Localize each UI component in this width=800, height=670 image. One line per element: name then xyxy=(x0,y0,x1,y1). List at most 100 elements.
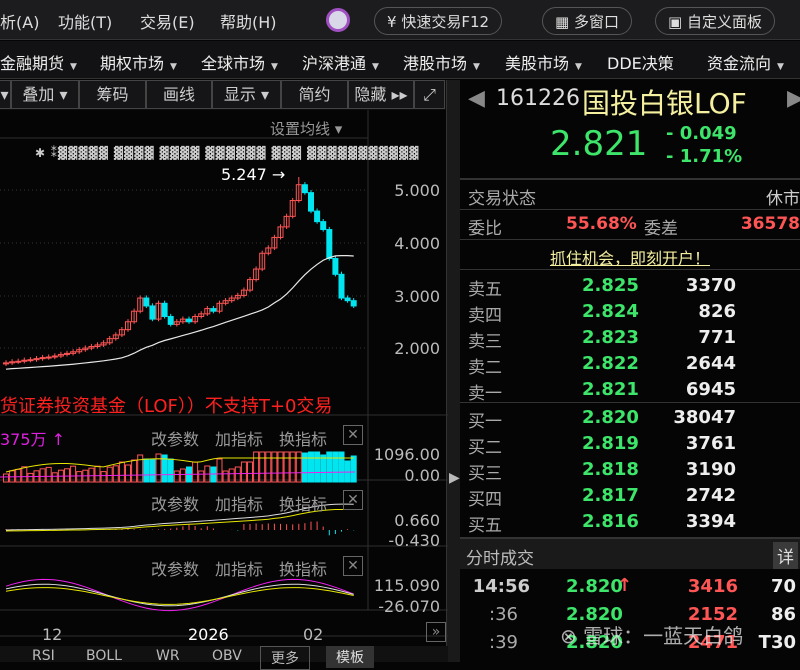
level-price: 2.819 xyxy=(582,433,639,454)
toolbar-dropdown[interactable]: ▾ xyxy=(0,80,11,109)
chips-button[interactable]: 筹码 xyxy=(79,80,146,109)
quick-trade-button[interactable]: ¥ 快速交易F12 xyxy=(374,7,503,35)
close-icon[interactable]: ✕ xyxy=(343,490,363,510)
ask-level[interactable]: 卖二 2.822 2644 xyxy=(460,351,800,378)
open-account-link[interactable]: 抓住机会，即刻开户！ xyxy=(550,245,710,269)
edit-params-button[interactable]: 改参数 xyxy=(151,491,199,515)
x-tick: 12 xyxy=(42,625,63,644)
edit-params-button[interactable]: 改参数 xyxy=(151,426,199,450)
volume-bar xyxy=(301,452,308,483)
volume-bar xyxy=(240,461,247,483)
add-indicator-button[interactable]: 加指标 xyxy=(215,426,263,450)
display-button[interactable]: 显示 ▾ xyxy=(212,80,281,109)
switch-indicator-button[interactable]: 换指标 xyxy=(279,556,327,580)
volume-bar xyxy=(131,459,138,483)
custom-panel-button[interactable]: ▣ 自定义面板 xyxy=(655,7,775,35)
menu-function[interactable]: 功能(T) xyxy=(58,9,112,33)
level-label: 卖四 xyxy=(468,306,502,326)
menu-help[interactable]: 帮助(H) xyxy=(220,9,277,33)
close-icon[interactable]: ✕ xyxy=(343,425,363,445)
tick-volume: 3416 xyxy=(687,576,738,597)
candle xyxy=(350,300,357,307)
volume-bar xyxy=(265,451,272,483)
candle xyxy=(210,308,217,312)
pane-splitter[interactable]: ▶ xyxy=(446,80,460,662)
menu-analysis[interactable]: 析(A) xyxy=(0,9,39,33)
candle xyxy=(308,192,314,212)
level-volume: 2644 xyxy=(685,353,736,374)
volume-bar xyxy=(344,460,351,483)
prev-stock-icon[interactable]: ◀ xyxy=(468,86,485,111)
ask-level[interactable]: 卖一 2.821 6945 xyxy=(460,377,800,404)
cci-ma2 xyxy=(5,587,354,605)
multi-window-button[interactable]: ▦ 多窗口 xyxy=(542,7,632,35)
t0-notice: 货证券投资基金（LOF））不支持T+0交易 xyxy=(0,396,333,417)
ask-level[interactable]: 卖四 2.824 826 xyxy=(460,299,800,326)
edit-params-button[interactable]: 改参数 xyxy=(151,556,199,580)
level-volume: 2742 xyxy=(685,485,736,506)
trading-status-row: 交易状态 休市 xyxy=(460,180,800,210)
add-indicator-button[interactable]: 加指标 xyxy=(215,491,263,515)
last-price: 2.821 xyxy=(550,124,648,164)
nav-connect[interactable]: 沪深港通 ▼ xyxy=(302,50,379,74)
switch-indicator-button[interactable]: 换指标 xyxy=(279,491,327,515)
nav-hk[interactable]: 港股市场 ▼ xyxy=(403,50,480,74)
ticks-header: 分时成交 详 xyxy=(460,537,800,569)
nav-options[interactable]: 期权市场 ▼ xyxy=(100,50,177,74)
collapse-arrow-icon[interactable]: ▶ xyxy=(449,470,460,486)
tab-template[interactable]: 模板 xyxy=(326,646,374,668)
macd-tick: 0.660 xyxy=(394,511,440,530)
level-price: 2.825 xyxy=(582,275,639,296)
switch-indicator-button[interactable]: 换指标 xyxy=(279,426,327,450)
candle xyxy=(143,297,150,307)
candle xyxy=(301,184,308,194)
volume-bar xyxy=(283,451,290,483)
bid-level[interactable]: 买五 2.816 3394 xyxy=(460,509,800,536)
volume-label: 375万 ↑ xyxy=(0,430,66,449)
nav-dde[interactable]: DDE决策 xyxy=(607,50,674,74)
bid-level[interactable]: 买三 2.818 3190 xyxy=(460,457,800,484)
next-stock-icon[interactable]: ▶ xyxy=(787,86,800,111)
tick-count: T30 xyxy=(758,632,796,653)
chart-pane: 设置均线 ▾ ✱ ⁑▓▓▓▓▓ ▓▓▓▓ ▓▓▓▓ ▓▓▓▓▓▓ ▓▓▓ ▓▓▓… xyxy=(0,110,448,670)
tab-more[interactable]: 更多 xyxy=(260,646,310,670)
level-label: 卖一 xyxy=(468,384,502,404)
level-volume: 3190 xyxy=(685,459,736,480)
volume-bar xyxy=(143,458,150,483)
add-indicator-button[interactable]: 加指标 xyxy=(215,556,263,580)
draw-line-button[interactable]: 画线 xyxy=(146,80,212,109)
close-icon[interactable]: ✕ xyxy=(343,556,363,576)
ma-settings-button[interactable]: 设置均线 ▾ xyxy=(270,118,342,139)
bid-level[interactable]: 买一 2.820 38047 xyxy=(460,405,800,432)
volume-bar xyxy=(271,451,278,483)
nav-global[interactable]: 全球市场 ▼ xyxy=(201,50,278,74)
scroll-right-icon[interactable]: » xyxy=(426,622,446,642)
volume-bar xyxy=(338,451,345,483)
bid-level[interactable]: 买四 2.817 2742 xyxy=(460,483,800,510)
overlay-button[interactable]: 叠加 ▾ xyxy=(11,80,79,109)
nav-financial-futures[interactable]: 金融期货 ▼ xyxy=(0,50,77,74)
simple-button[interactable]: 简约 xyxy=(281,80,348,109)
nav-fund-flow[interactable]: 资金流向 ▼ xyxy=(707,50,784,74)
panel-icon: ▣ xyxy=(668,13,687,31)
market-nav: 金融期货 ▼ 期权市场 ▼ 全球市场 ▼ 沪深港通 ▼ 港股市场 ▼ 美股市场 ▼ DDE决… xyxy=(0,41,800,79)
cci-tick: 115.090 xyxy=(373,576,440,595)
level-label: 买一 xyxy=(468,412,502,432)
ask-level[interactable]: 卖五 2.825 3370 xyxy=(460,273,800,300)
level-volume: 3761 xyxy=(685,433,736,454)
volume-bar xyxy=(332,451,339,483)
candle xyxy=(45,356,52,359)
price-change-pct: - 1.71% xyxy=(666,146,743,167)
level-volume: 38047 xyxy=(673,407,736,428)
level-price: 2.824 xyxy=(582,301,639,322)
fullscreen-icon[interactable]: ⤢ xyxy=(414,80,445,109)
hide-button[interactable]: 隐藏 ▸▸ xyxy=(348,80,414,109)
ask-level[interactable]: 卖三 2.823 771 xyxy=(460,325,800,352)
menu-trade[interactable]: 交易(E) xyxy=(140,9,195,33)
bid-level[interactable]: 买二 2.819 3761 xyxy=(460,431,800,458)
volume-bar xyxy=(247,461,253,483)
nav-us[interactable]: 美股市场 ▼ xyxy=(505,50,582,74)
assistant-robot-icon[interactable] xyxy=(326,8,350,32)
tick-time: :39 xyxy=(489,632,518,653)
detail-button[interactable]: 详 xyxy=(773,542,798,569)
